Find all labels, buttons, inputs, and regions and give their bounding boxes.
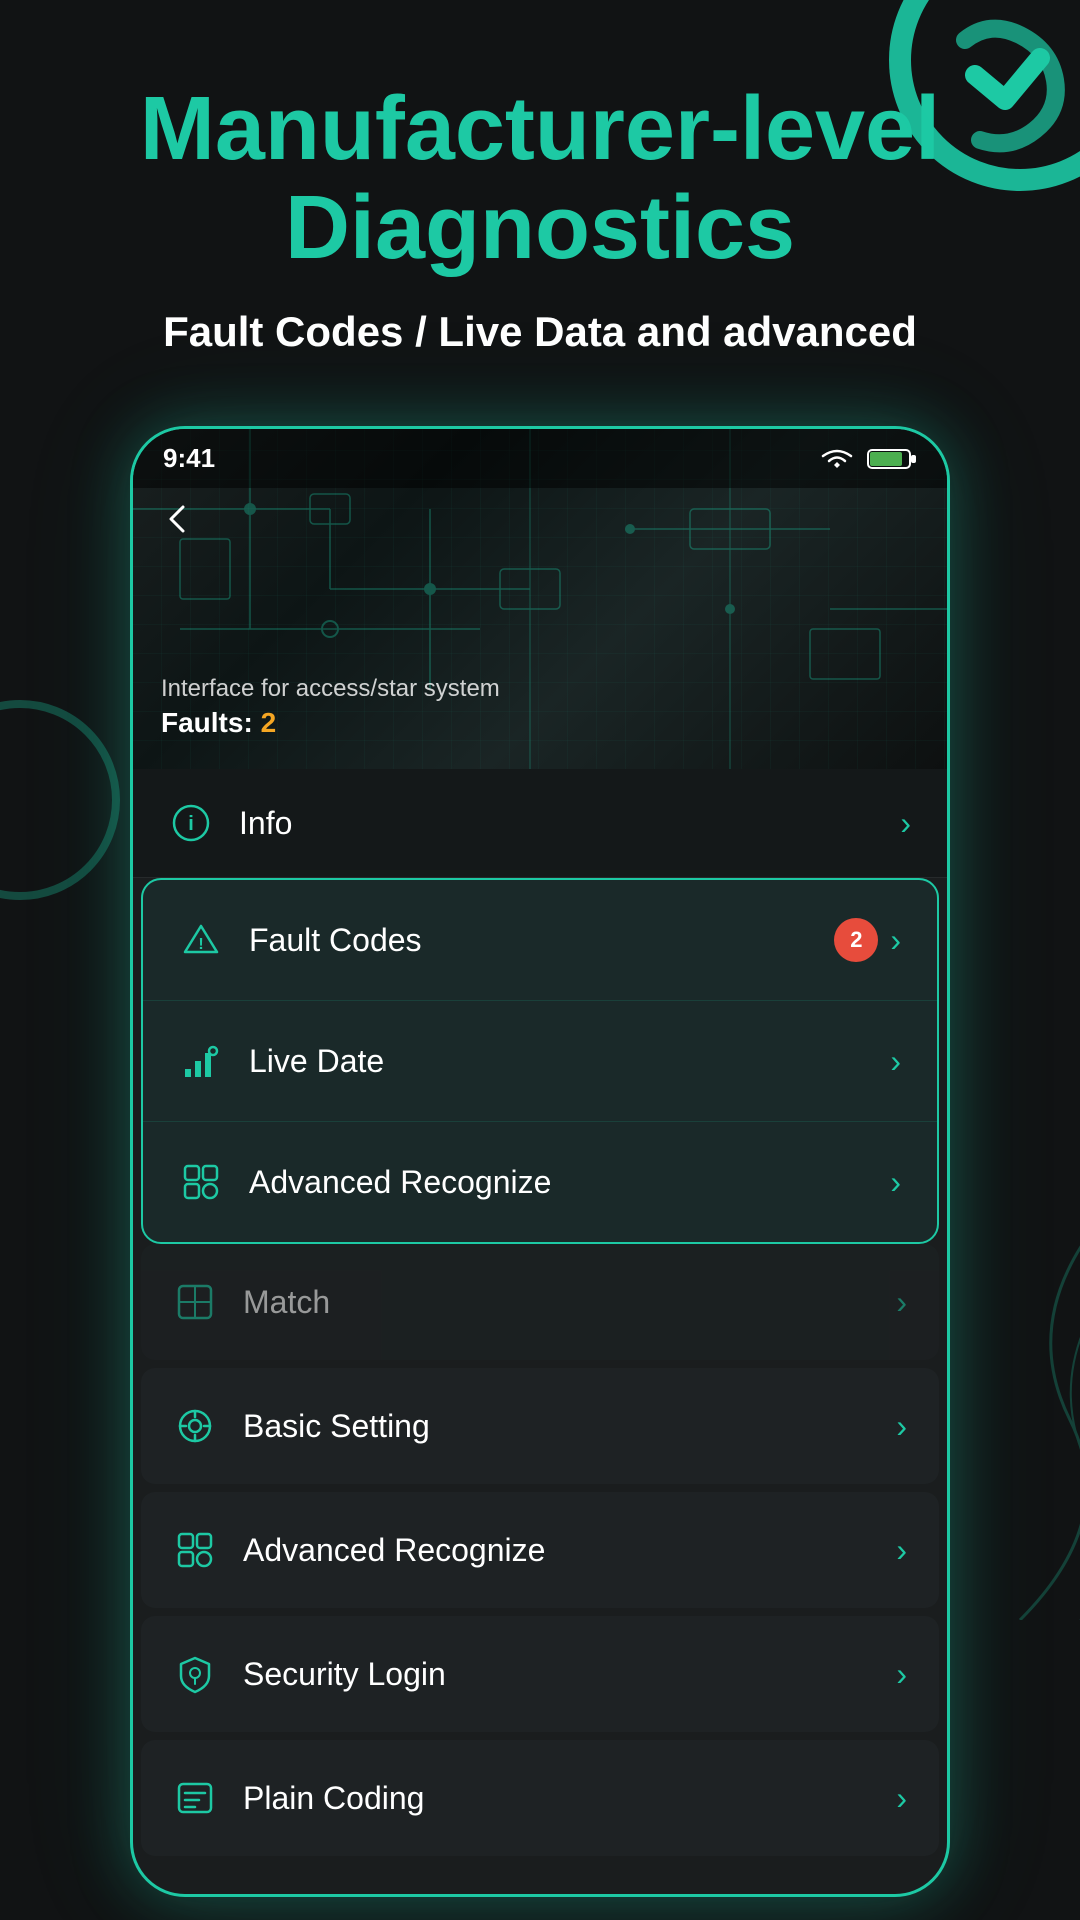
- advanced-recognize-hl-icon: [179, 1160, 223, 1204]
- match-chevron: ›: [896, 1284, 907, 1321]
- status-icons: [819, 446, 917, 472]
- hero-image: 9:41: [133, 429, 947, 769]
- security-login-icon: [173, 1652, 217, 1696]
- advanced-recognize-hl-chevron: ›: [890, 1164, 901, 1201]
- fault-codes-icon: !: [179, 918, 223, 962]
- fault-codes-badge: 2: [834, 918, 878, 962]
- advanced-recognize-hl-label: Advanced Recognize: [249, 1164, 551, 1201]
- match-item[interactable]: Match ›: [141, 1244, 939, 1360]
- live-date-label: Live Date: [249, 1043, 384, 1080]
- phone-mockup: 9:41: [130, 426, 950, 1897]
- basic-setting-item[interactable]: Basic Setting ›: [141, 1368, 939, 1484]
- faults-count: 2: [261, 707, 277, 738]
- match-label: Match: [243, 1284, 330, 1321]
- plain-coding-chevron: ›: [896, 1780, 907, 1817]
- back-button[interactable]: [157, 499, 197, 548]
- fault-codes-chevron: ›: [890, 922, 901, 959]
- svg-text:!: !: [198, 936, 203, 953]
- basic-setting-icon: [173, 1404, 217, 1448]
- status-bar: 9:41: [133, 429, 947, 488]
- bg-arc-left: [0, 700, 120, 900]
- live-date-chevron: ›: [890, 1043, 901, 1080]
- basic-setting-chevron: ›: [896, 1408, 907, 1445]
- advanced-recognize-chevron: ›: [896, 1532, 907, 1569]
- phone-mockup-container: 9:41: [130, 426, 950, 1897]
- wifi-icon: [819, 446, 855, 472]
- highlight-group: ! Fault Codes 2 ›: [141, 878, 939, 1244]
- fault-codes-label: Fault Codes: [249, 922, 422, 959]
- subtitle: Fault Codes / Live Data and advanced: [60, 308, 1020, 356]
- title-line2: Diagnostics: [285, 178, 795, 278]
- faults-label: Faults: 2: [161, 707, 500, 739]
- security-login-item[interactable]: Security Login ›: [141, 1616, 939, 1732]
- plain-coding-label: Plain Coding: [243, 1780, 424, 1817]
- plain-coding-item[interactable]: Plain Coding ›: [141, 1740, 939, 1856]
- plain-coding-icon: [173, 1776, 217, 1820]
- advanced-recognize-highlighted-item[interactable]: Advanced Recognize ›: [143, 1122, 937, 1242]
- match-icon: [173, 1280, 217, 1324]
- advanced-recognize-label: Advanced Recognize: [243, 1532, 545, 1569]
- info-item-right: ›: [900, 805, 911, 842]
- info-item-left: i Info: [169, 801, 292, 845]
- security-login-label: Security Login: [243, 1656, 446, 1693]
- hero-info: Interface for access/star system Faults:…: [161, 675, 500, 739]
- advanced-recognize-icon: [173, 1528, 217, 1572]
- live-date-item[interactable]: Live Date ›: [143, 1001, 937, 1122]
- info-label: Info: [239, 805, 292, 842]
- info-chevron: ›: [900, 805, 911, 842]
- security-login-chevron: ›: [896, 1656, 907, 1693]
- battery-icon: [867, 446, 917, 472]
- live-date-icon: [179, 1039, 223, 1083]
- basic-setting-label: Basic Setting: [243, 1408, 430, 1445]
- info-icon: i: [169, 801, 213, 845]
- info-menu-item[interactable]: i Info ›: [133, 769, 947, 878]
- advanced-recognize-item[interactable]: Advanced Recognize ›: [141, 1492, 939, 1608]
- interface-label: Interface for access/star system: [161, 675, 500, 703]
- logo-top-right: [820, 0, 1080, 260]
- svg-text:i: i: [188, 813, 194, 835]
- status-time: 9:41: [163, 443, 215, 474]
- lower-menu: Match ›: [133, 1244, 947, 1894]
- fault-codes-item[interactable]: ! Fault Codes 2 ›: [143, 880, 937, 1001]
